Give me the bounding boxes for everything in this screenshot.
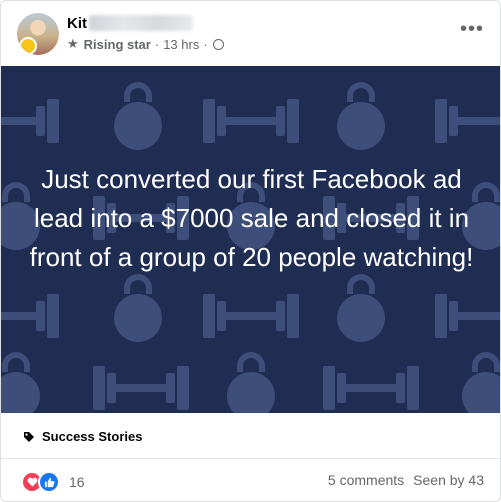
- post-meta: ★ Rising star · 13 hrs ·: [67, 36, 224, 52]
- post-image-text: Just converted our first Facebook ad lea…: [29, 164, 474, 272]
- post-card: Kit ★ Rising star · 13 hrs · ••• Just co…: [0, 0, 501, 502]
- post-image[interactable]: Just converted our first Facebook ad lea…: [1, 66, 500, 413]
- like-icon: [38, 471, 60, 493]
- reaction-count: 16: [69, 474, 85, 490]
- topic-label: Success Stories: [42, 429, 143, 444]
- redacted-author-surname: [89, 15, 193, 31]
- badge-icon: [19, 37, 37, 55]
- post-header: Kit ★ Rising star · 13 hrs · •••: [1, 1, 500, 66]
- author-avatar[interactable]: [17, 13, 59, 55]
- more-icon: •••: [459, 17, 484, 40]
- rising-star-icon: ★: [67, 36, 79, 51]
- separator: ·: [203, 36, 208, 52]
- comments-count-link[interactable]: 5 comments: [328, 472, 404, 488]
- author-name[interactable]: Kit: [67, 15, 87, 32]
- pattern-row-1: [1, 82, 500, 150]
- post-footer: 16 5 comments Seen by 43: [1, 459, 500, 501]
- seen-by-link[interactable]: Seen by 43: [413, 472, 484, 488]
- group-audience-icon[interactable]: [212, 38, 224, 50]
- member-rank: Rising star: [83, 36, 151, 52]
- topic-row: Success Stories: [1, 413, 500, 459]
- reactions-summary[interactable]: 16: [21, 471, 85, 493]
- topic-tag-success-stories[interactable]: Success Stories: [23, 429, 142, 444]
- pattern-row-3: [1, 274, 500, 342]
- post-time[interactable]: 13 hrs: [163, 37, 199, 52]
- separator: ·: [154, 36, 160, 52]
- more-options-button[interactable]: •••: [458, 15, 486, 43]
- tag-icon: [24, 431, 34, 442]
- post-stats: 5 comments Seen by 43: [328, 472, 484, 488]
- pattern-row-4: [1, 352, 500, 413]
